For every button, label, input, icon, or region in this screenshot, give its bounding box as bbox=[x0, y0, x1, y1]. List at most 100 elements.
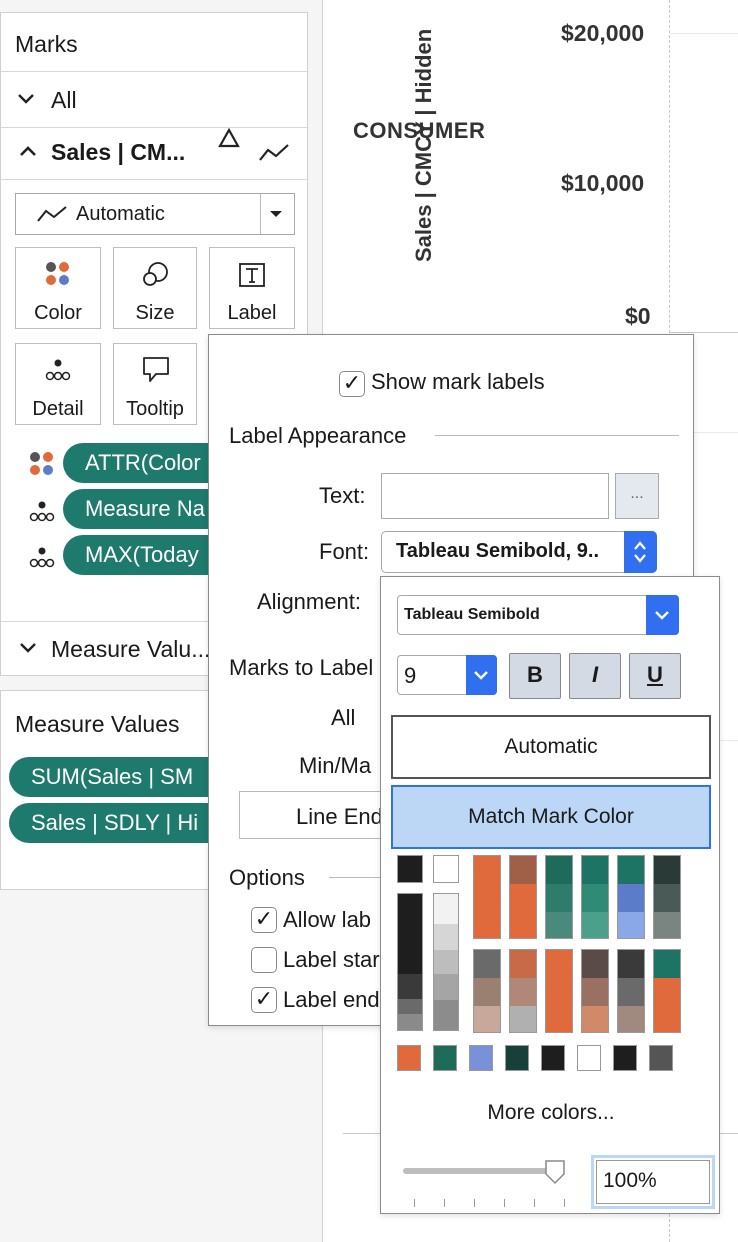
color-icon bbox=[30, 452, 53, 475]
marks-title: Marks bbox=[15, 31, 78, 57]
text-label-icon bbox=[239, 263, 265, 287]
options-heading: Options bbox=[229, 865, 305, 890]
automatic-color-button[interactable]: Automatic bbox=[391, 715, 711, 779]
color-swatch[interactable] bbox=[545, 949, 573, 1033]
option-label: Label star bbox=[283, 947, 380, 972]
font-dropdown-stepper[interactable] bbox=[624, 531, 657, 573]
up-down-arrows-icon bbox=[634, 541, 646, 563]
option-checkbox[interactable]: ✓ bbox=[251, 907, 277, 933]
label-card-button[interactable]: Label bbox=[209, 247, 295, 329]
line-ends-label: Line End bbox=[296, 804, 383, 829]
axis-tick-label: $0 bbox=[625, 303, 651, 329]
color-swatch[interactable] bbox=[653, 855, 681, 939]
size-card-label: Size bbox=[135, 302, 175, 324]
option-checkbox[interactable] bbox=[251, 947, 277, 973]
detail-icon bbox=[29, 501, 55, 522]
text-edit-button[interactable]: ... bbox=[615, 473, 659, 519]
recent-color-swatch[interactable] bbox=[649, 1045, 673, 1071]
line-chart-icon[interactable] bbox=[258, 142, 290, 164]
color-swatch[interactable] bbox=[581, 949, 609, 1033]
underline-button[interactable]: U bbox=[629, 653, 681, 699]
delta-icon[interactable] bbox=[218, 128, 240, 148]
grid-line bbox=[669, 33, 738, 34]
recent-color-swatch[interactable] bbox=[541, 1045, 565, 1071]
recent-color-swatch[interactable] bbox=[469, 1045, 493, 1071]
color-card-button[interactable]: Color bbox=[15, 247, 101, 329]
color-swatch[interactable] bbox=[581, 855, 609, 939]
font-family-dropdown[interactable]: Tableau Semibold bbox=[397, 595, 679, 635]
recent-color-swatch[interactable] bbox=[577, 1045, 601, 1071]
tooltip-card-button[interactable]: Tooltip bbox=[113, 343, 197, 425]
more-colors-link[interactable]: More colors... bbox=[381, 1101, 721, 1125]
font-dropdown[interactable]: Tableau Semibold, 9.. bbox=[381, 531, 657, 573]
color-palette[interactable] bbox=[397, 855, 687, 1117]
measure-values-section-label: Measure Valu... bbox=[51, 636, 211, 662]
opacity-slider[interactable] bbox=[401, 1159, 567, 1207]
detail-card-button[interactable]: Detail bbox=[15, 343, 101, 425]
chevron-down-icon bbox=[18, 94, 34, 104]
alignment-label: Alignment: bbox=[257, 589, 361, 614]
chevron-down-icon bbox=[20, 643, 36, 653]
tooltip-card-label: Tooltip bbox=[126, 398, 184, 420]
detail-card-label: Detail bbox=[32, 398, 84, 420]
color-swatch[interactable] bbox=[397, 855, 423, 883]
text-input[interactable] bbox=[381, 473, 609, 519]
color-swatch[interactable] bbox=[617, 949, 645, 1033]
mark-type-value: Automatic bbox=[76, 203, 165, 225]
grid-line bbox=[669, 332, 738, 333]
detail-icon bbox=[29, 547, 55, 568]
font-field-label: Font: bbox=[319, 539, 370, 564]
axis-tick-label: $10,000 bbox=[561, 170, 645, 196]
dropdown-arrow-icon bbox=[270, 211, 282, 217]
option-label: Label end bbox=[283, 987, 380, 1012]
recent-color-swatch[interactable] bbox=[397, 1045, 421, 1071]
match-mark-color-button[interactable]: Match Mark Color bbox=[391, 785, 711, 849]
color-swatch[interactable] bbox=[545, 855, 573, 939]
option-label: Allow lab bbox=[283, 907, 372, 932]
opacity-input[interactable]: 100% bbox=[596, 1160, 710, 1204]
show-mark-labels-label: Show mark labels bbox=[371, 369, 545, 394]
measure-values-title: Measure Values bbox=[15, 711, 180, 737]
opacity-slider-track bbox=[403, 1168, 563, 1174]
recent-color-swatch[interactable] bbox=[433, 1045, 457, 1071]
font-size-dropdown[interactable]: 9 bbox=[397, 655, 497, 695]
detail-icon bbox=[45, 359, 71, 381]
axis-title[interactable]: Sales | CMCY | Hidden bbox=[411, 29, 437, 262]
mark-type-dropdown[interactable]: Automatic bbox=[15, 193, 295, 235]
font-size-dropdown-button[interactable] bbox=[466, 655, 497, 695]
size-icon bbox=[143, 262, 168, 286]
line-mark-icon bbox=[37, 206, 67, 222]
font-dropdown-value: Tableau Semibold, 9.. bbox=[396, 540, 600, 562]
show-mark-labels-checkbox[interactable]: ✓ bbox=[339, 371, 365, 397]
color-card-label: Color bbox=[34, 302, 82, 324]
gray-ramp-light[interactable] bbox=[433, 893, 459, 1031]
bold-button[interactable]: B bbox=[509, 653, 561, 699]
color-swatch[interactable] bbox=[473, 949, 501, 1033]
color-swatch[interactable] bbox=[509, 855, 537, 939]
recent-color-swatch[interactable] bbox=[613, 1045, 637, 1071]
gray-ramp-dark[interactable] bbox=[397, 893, 423, 1031]
chevron-up-icon bbox=[20, 146, 36, 156]
marks-to-label-all[interactable]: All bbox=[331, 705, 355, 731]
color-swatch[interactable] bbox=[509, 949, 537, 1033]
recent-color-swatch[interactable] bbox=[505, 1045, 529, 1071]
color-swatch[interactable] bbox=[473, 855, 501, 939]
option-checkbox[interactable]: ✓ bbox=[251, 987, 277, 1013]
font-family-dropdown-button[interactable] bbox=[646, 595, 679, 635]
italic-button[interactable]: I bbox=[569, 653, 621, 699]
opacity-input-focus-ring: 100% bbox=[591, 1155, 715, 1209]
color-swatch[interactable] bbox=[433, 855, 459, 883]
size-card-button[interactable]: Size bbox=[113, 247, 197, 329]
label-card-label: Label bbox=[227, 302, 277, 324]
tooltip-icon bbox=[143, 357, 169, 382]
marks-all-row[interactable]: All bbox=[1, 73, 307, 127]
marks-all-label: All bbox=[51, 87, 77, 113]
opacity-slider-thumb[interactable] bbox=[543, 1159, 567, 1185]
marks-to-label-heading: Marks to Label bbox=[229, 655, 374, 680]
color-swatch[interactable] bbox=[617, 855, 645, 939]
marks-measure-title: Sales | CM... bbox=[51, 139, 186, 165]
marks-to-label-minmax[interactable]: Min/Ma bbox=[299, 753, 371, 779]
line-ends-button[interactable]: Line End bbox=[239, 791, 399, 839]
color-swatch[interactable] bbox=[653, 949, 681, 1033]
marks-measure-row[interactable]: Sales | CM... bbox=[1, 128, 307, 179]
